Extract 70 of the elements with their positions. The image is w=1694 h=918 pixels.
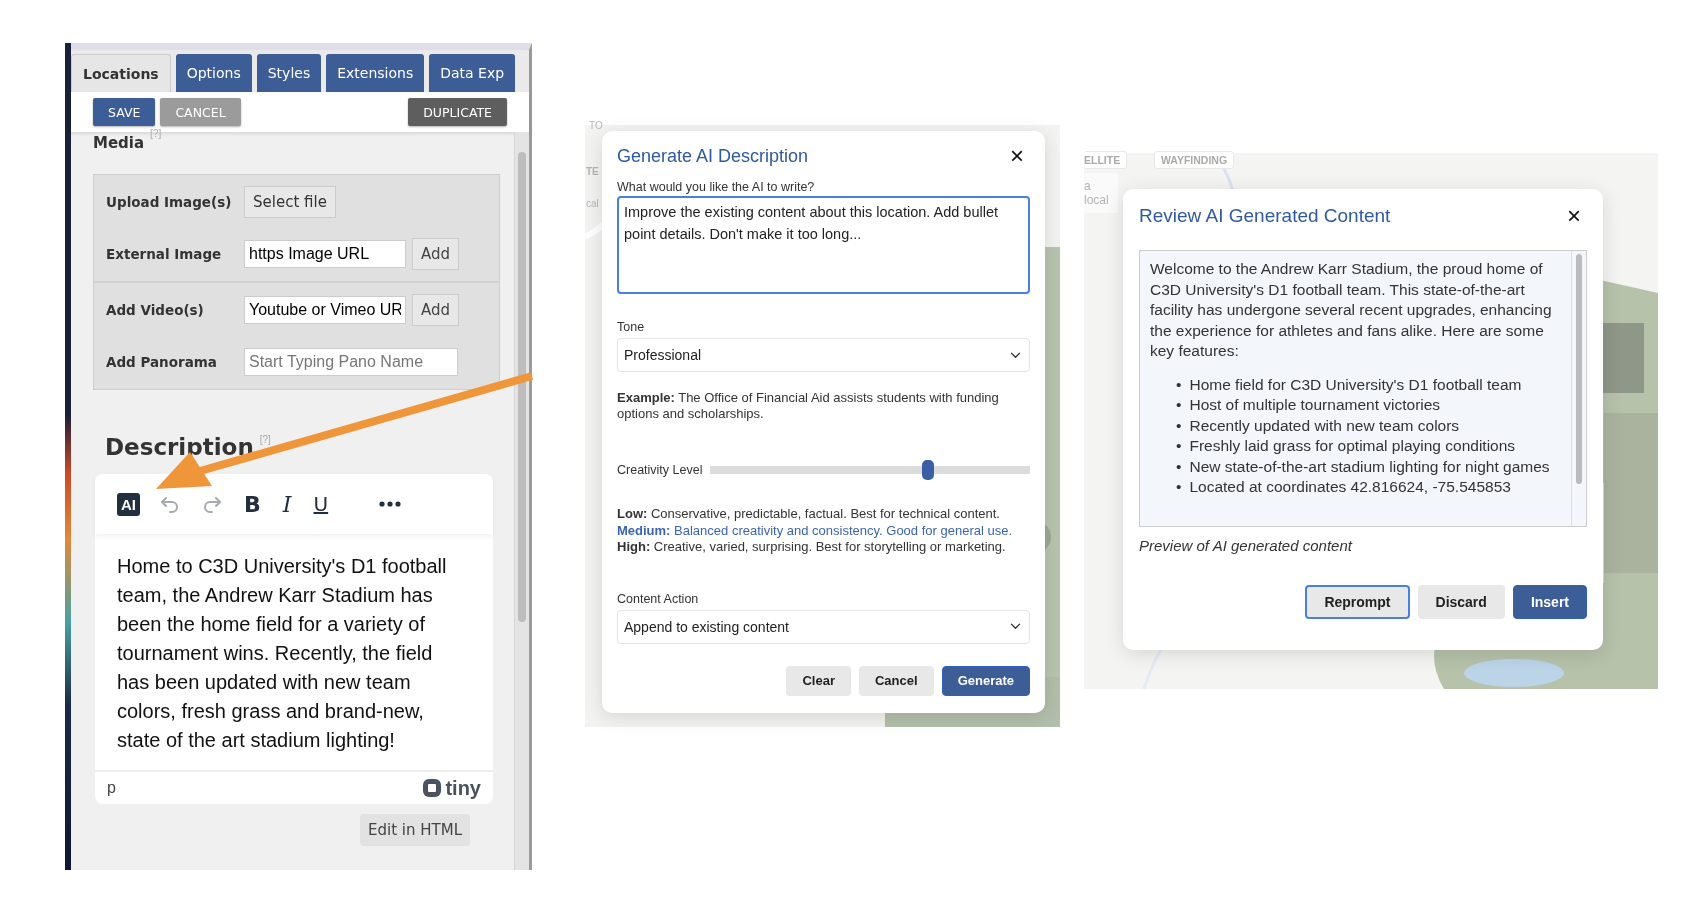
bullet-item: Freshly laid grass for optimal playing conditions [1189,436,1516,456]
tab[interactable]: Locations [71,54,171,92]
save-button[interactable]: SAVE [93,98,156,126]
search-field[interactable]: Start Typing Pano Name [244,348,458,376]
close-button[interactable]: × [1004,144,1030,168]
field-label: Add Video(s) [106,302,205,318]
add-button[interactable]: Add [412,238,460,270]
map-search-text: a local [1084,173,1118,213]
section-heading: Media [93,133,145,152]
chevron-down-icon [1010,351,1021,359]
add-button[interactable]: Add [412,294,460,326]
bullet-item: Home field for C3D University's D1 football team [1189,374,1522,395]
bullet-marker: • [1176,477,1182,497]
close-button[interactable]: × [1561,204,1587,228]
bullet-item: Host of multiple tournament victories [1189,395,1441,415]
bullet-marker: • [1176,395,1182,415]
bullet-marker: • [1176,415,1182,436]
example-text: Example: The Office of Financial Aid assists students with funding options and scholarships. [617,390,1000,422]
dialog-title: Review AI Generated Content [1139,205,1391,227]
bullet-item: Recently updated with new team colors [1189,415,1460,436]
scrollbar[interactable] [514,132,529,870]
more-icon[interactable] [378,500,403,508]
brand-name: tiny [445,776,481,800]
edit-html-button[interactable]: Edit in HTML [360,814,470,846]
prompt-field[interactable]: Improve the existing content about this location. Add bullet point details. Don't make it too long... [617,196,1030,294]
bullet-item: New state-of-the-art stadium lighting for night games [1189,456,1550,477]
section-heading: Description [105,434,254,460]
preview-paragraph: Welcome to the Andrew Karr Stadium, the proud home of C3D University's D1 football team. This state-of-the-art facility has undergone several recent upgrades, enhancing the experience for athletes and fans alike. Here are some key features: [1150,259,1553,361]
dialog-button[interactable]: Clear [786,665,851,696]
slider-thumb[interactable] [921,460,934,480]
map-label: TE [586,166,599,177]
dialog-title: Generate AI Description [617,145,809,167]
logo-icon [422,778,443,798]
field-label: Tone [617,320,646,334]
dialog-button[interactable]: Generate [941,665,1030,696]
tone-select[interactable]: Professional [617,338,1030,372]
select-file-button[interactable]: Select file [244,186,336,218]
level-description: Medium: Balanced creativity and consistency. Good for general use. [617,522,1013,539]
preview-caption: Preview of AI generated content [1139,537,1354,554]
chevron-down-icon [1010,623,1021,630]
ai-button[interactable]: AI [117,492,140,516]
field-label: Add Panorama [106,354,218,370]
duplicate-button[interactable]: DUPLICATE [408,98,507,126]
field-label: What would you like the AI to write? [617,180,816,194]
italic-button[interactable]: I [280,491,294,517]
bold-button[interactable]: B [242,491,263,517]
tab[interactable]: Data Exp [429,54,516,92]
field-label: Content Action [617,591,700,606]
dialog-button[interactable]: Reprompt [1305,585,1410,619]
field-label: External Image [106,246,223,262]
bullet-marker: • [1176,436,1182,456]
tab[interactable]: Options [175,54,252,92]
bullet-marker: • [1176,374,1182,395]
level-description: Low: Conservative, predictable, factual. Best for technical content. [617,506,1001,523]
url-field[interactable]: https Image URL [244,240,406,268]
underline-button[interactable]: U [311,492,331,516]
tab[interactable]: Styles [256,54,322,92]
dialog-button[interactable]: Cancel [859,665,934,696]
map-label: TO [589,120,603,131]
dialog-button[interactable]: Insert [1512,585,1587,619]
tab[interactable]: Extensions [326,54,425,92]
content-action-select[interactable]: Append to existing content [617,609,1030,644]
slider-label: Creativity Level [617,463,703,477]
dialog-button[interactable]: Discard [1417,585,1505,619]
element-path: p [107,779,116,797]
level-description: High: Creative, varied, surprising. Best for storytelling or marketing. [617,539,1007,556]
field-label: Upload Image(s) [106,194,233,210]
bullet-item: Located at coordinates 42.816624, -75.545853 [1189,477,1511,497]
editor-text[interactable]: Home to C3D University's D1 football team, the Andrew Karr Stadium has been the home field for a variety of tournament wins. Recently, the field has been updated with new team colors, fresh grass and brand-new, state of the art stadium lighting! [95,534,493,770]
bullet-marker: • [1176,456,1182,477]
